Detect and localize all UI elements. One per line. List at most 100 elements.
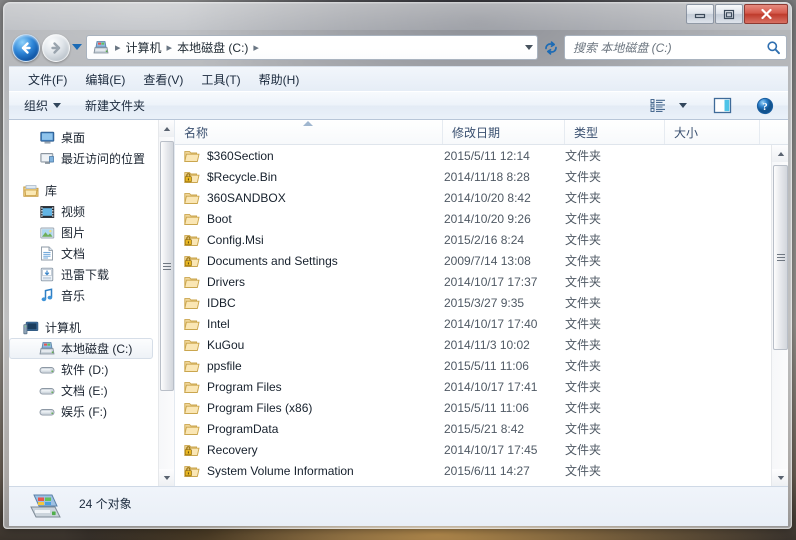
table-row[interactable]: Drivers 2014/10/17 17:37 文件夹 xyxy=(175,271,771,292)
new-folder-label: 新建文件夹 xyxy=(85,99,146,113)
file-name-label: Intel xyxy=(207,316,230,331)
organize-button[interactable]: 组织 xyxy=(15,93,70,118)
address-bar[interactable]: ▸ 计算机 ▸ 本地磁盘 (C:) ▸ xyxy=(86,35,538,60)
sidebar-item-label: 本地磁盘 (C:) xyxy=(61,342,133,356)
file-date-cell: 2014/10/17 17:45 xyxy=(444,442,538,457)
file-scroll-up-button[interactable] xyxy=(772,145,788,162)
file-scroll-thumb[interactable] xyxy=(773,165,788,350)
table-row[interactable]: $Recycle.Bin 2014/11/18 8:28 文件夹 xyxy=(175,166,771,187)
sidebar-item-thunder-download[interactable]: 迅雷下载 xyxy=(9,264,159,285)
menu-item-help[interactable]: 帮助(H) xyxy=(250,68,309,91)
sidebar-item-drive-e[interactable]: 文档 (E:) xyxy=(9,380,159,401)
folder-locked-icon xyxy=(184,253,200,269)
column-header-date[interactable]: 修改日期 xyxy=(443,120,565,144)
table-row[interactable]: Program Files 2014/10/17 17:41 文件夹 xyxy=(175,376,771,397)
new-folder-button[interactable]: 新建文件夹 xyxy=(76,93,154,118)
back-button[interactable] xyxy=(12,34,40,62)
search-icon[interactable] xyxy=(760,40,786,55)
sidebar-item-pictures[interactable]: 图片 xyxy=(9,222,159,243)
menu-item-file[interactable]: 文件(F) xyxy=(19,68,76,91)
table-row[interactable]: KuGou 2014/11/3 10:02 文件夹 xyxy=(175,334,771,355)
close-button[interactable] xyxy=(744,4,788,24)
file-date-cell: 2014/11/18 8:28 xyxy=(444,169,530,184)
column-header-size[interactable]: 大小 xyxy=(665,120,760,144)
menu-item-edit[interactable]: 编辑(E) xyxy=(76,68,134,91)
folder-icon xyxy=(184,295,200,311)
sidebar-scroll-up-button[interactable] xyxy=(159,120,174,137)
table-row[interactable]: ppsfile 2015/5/11 11:06 文件夹 xyxy=(175,355,771,376)
file-name-label: 360SANDBOX xyxy=(207,190,286,205)
search-box[interactable] xyxy=(564,35,787,60)
sidebar-item-local-disk-c[interactable]: 本地磁盘 (C:) xyxy=(9,338,153,359)
table-row[interactable]: Program Files (x86) 2015/5/11 11:06 文件夹 xyxy=(175,397,771,418)
file-scroll-down-button[interactable] xyxy=(772,469,788,486)
file-type-cell: 文件夹 xyxy=(565,233,602,247)
file-type-cell: 文件夹 xyxy=(565,359,602,373)
file-list-scrollbar[interactable] xyxy=(771,145,788,486)
breadcrumb-item-1[interactable]: 本地磁盘 (C:) xyxy=(174,39,251,56)
forward-button[interactable] xyxy=(42,34,70,62)
sidebar-item-desktop[interactable]: 桌面 xyxy=(9,127,159,148)
status-bar: 24 个对象 xyxy=(9,486,788,526)
sidebar-item-recent[interactable]: 最近访问的位置 xyxy=(9,148,159,169)
table-row[interactable]: Documents and Settings 2009/7/14 13:08 文件夹 xyxy=(175,250,771,271)
sidebar-item-label: 库 xyxy=(45,184,58,198)
folder-locked-icon xyxy=(184,169,200,185)
column-header-name[interactable]: 名称 xyxy=(175,120,443,144)
sidebar-item-drive-f[interactable]: 娱乐 (F:) xyxy=(9,401,159,422)
folder-icon xyxy=(184,211,200,227)
table-row[interactable]: $360Section 2015/5/11 12:14 文件夹 xyxy=(175,145,771,166)
table-row[interactable]: IDBC 2015/3/27 9:35 文件夹 xyxy=(175,292,771,313)
table-row[interactable]: Intel 2014/10/17 17:40 文件夹 xyxy=(175,313,771,334)
file-name-label: Documents and Settings xyxy=(207,253,338,268)
chevron-down-icon xyxy=(679,103,687,108)
maximize-button[interactable] xyxy=(715,4,743,24)
menu-item-tools[interactable]: 工具(T) xyxy=(192,68,249,91)
address-dropdown-icon[interactable] xyxy=(525,45,533,50)
file-name-label: ProgramData xyxy=(207,421,279,436)
sidebar-item-libraries[interactable]: 库 xyxy=(9,180,159,201)
table-row[interactable]: Boot 2014/10/20 9:26 文件夹 xyxy=(175,208,771,229)
chevron-up-icon xyxy=(163,126,171,131)
search-input[interactable] xyxy=(565,40,760,55)
sidebar-item-music[interactable]: 音乐 xyxy=(9,285,159,306)
column-header-type[interactable]: 类型 xyxy=(565,120,665,144)
preview-pane-button[interactable] xyxy=(708,94,737,117)
breadcrumb-item-0[interactable]: 计算机 xyxy=(123,39,165,56)
column-header-label: 大小 xyxy=(674,125,699,140)
file-name-label: Program Files xyxy=(207,379,282,394)
table-row[interactable]: System Volume Information 2015/6/11 14:27… xyxy=(175,460,771,481)
file-type-cell: 文件夹 xyxy=(565,422,602,436)
sidebar-scroll-thumb[interactable] xyxy=(160,141,174,391)
menu-item-view[interactable]: 查看(V) xyxy=(134,68,192,91)
scroll-grip-icon xyxy=(163,262,171,270)
change-view-button[interactable] xyxy=(645,95,672,116)
table-row[interactable]: Recovery 2014/10/17 17:45 文件夹 xyxy=(175,439,771,460)
folder-locked-icon xyxy=(184,463,200,479)
close-icon xyxy=(760,8,772,20)
file-name-label: ppsfile xyxy=(207,358,242,373)
sidebar-item-documents[interactable]: 文档 xyxy=(9,243,159,264)
file-name-label: IDBC xyxy=(207,295,236,310)
sidebar-item-videos[interactable]: 视频 xyxy=(9,201,159,222)
table-row[interactable]: ProgramData 2015/5/21 8:42 文件夹 xyxy=(175,418,771,439)
file-type-cell: 文件夹 xyxy=(565,191,602,205)
file-name-cell: KuGou xyxy=(175,337,443,353)
chevron-up-icon xyxy=(777,151,784,156)
column-header-row: 名称 修改日期 类型 大小 xyxy=(175,120,788,145)
sidebar-item-label: 文档 xyxy=(61,247,86,261)
sidebar-item-drive-d[interactable]: 软件 (D:) xyxy=(9,359,159,380)
sidebar-item-computer[interactable]: 计算机 xyxy=(9,317,159,338)
help-button[interactable]: ? xyxy=(751,94,779,118)
sidebar-scrollbar[interactable] xyxy=(158,120,174,486)
folder-locked-icon xyxy=(184,442,200,458)
table-row[interactable]: 360SANDBOX 2014/10/20 8:42 文件夹 xyxy=(175,187,771,208)
minimize-button[interactable] xyxy=(686,4,714,24)
folder-locked-icon xyxy=(184,232,200,248)
refresh-button[interactable] xyxy=(542,39,560,57)
view-dropdown-button[interactable] xyxy=(674,100,692,111)
history-dropdown-button[interactable] xyxy=(72,44,82,50)
file-date-cell: 2015/3/27 9:35 xyxy=(444,295,525,310)
table-row[interactable]: Config.Msi 2015/2/16 8:24 文件夹 xyxy=(175,229,771,250)
sidebar-scroll-down-button[interactable] xyxy=(159,469,174,486)
